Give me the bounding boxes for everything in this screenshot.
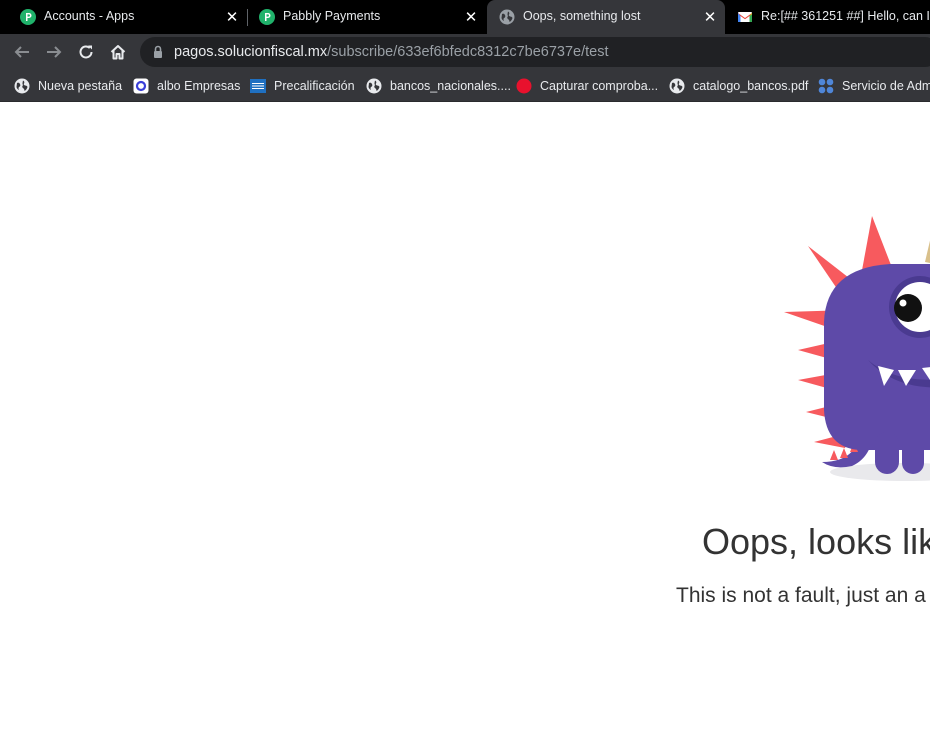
bookmark-label: Precalificación	[274, 79, 355, 93]
globe-icon	[14, 78, 30, 94]
reload-button[interactable]	[72, 38, 100, 66]
albo-icon	[133, 78, 149, 94]
address-bar[interactable]: pagos.solucionfiscal.mx/subscribe/633ef6…	[140, 37, 930, 67]
pabbly-icon	[259, 9, 275, 25]
pabbly-icon	[20, 9, 36, 25]
close-icon[interactable]: ✕	[702, 9, 718, 25]
tab-title: Oops, something lost	[523, 9, 641, 23]
globe-icon	[669, 78, 685, 94]
bookmark-bancos-nacionales[interactable]: bancos_nacionales....	[366, 76, 511, 96]
bookmarks-bar: Nueva pestaña albo Empresas Precalificac…	[0, 70, 930, 102]
tab-title: Re:[## 361251 ##] Hello, can I pl	[761, 9, 930, 23]
bookmark-label: Nueva pestaña	[38, 79, 123, 93]
bookmark-servicio-de-admin[interactable]: Servicio de Admi	[818, 76, 930, 96]
gmail-icon	[737, 9, 753, 25]
globe-icon	[366, 78, 382, 94]
page-title: Oops, looks lik	[702, 521, 930, 562]
bookmark-label: catalogo_bancos.pdf	[693, 79, 809, 93]
bookmark-label: Capturar comproba...	[540, 79, 659, 93]
browser-toolbar: pagos.solucionfiscal.mx/subscribe/633ef6…	[0, 34, 930, 70]
page-content: Oops, looks lik This is not a fault, jus…	[0, 103, 930, 752]
bookmark-label: Servicio de Admi	[842, 79, 930, 93]
red-dot-icon	[516, 78, 532, 94]
ibm-icon	[250, 78, 266, 94]
bookmark-label: albo Empresas	[157, 79, 241, 93]
tab-oops-something-lost[interactable]: Oops, something lost ✕	[487, 0, 725, 34]
bookmark-precalificacion[interactable]: Precalificación	[250, 76, 355, 96]
tab-accounts-apps[interactable]: Accounts - Apps ✕	[8, 0, 248, 34]
bookmark-catalogo-bancos[interactable]: catalogo_bancos.pdf	[669, 76, 808, 96]
home-button[interactable]	[104, 38, 132, 66]
tab-title: Pabbly Payments	[283, 9, 381, 23]
tab-strip: Accounts - Apps ✕ Pabbly Payments ✕ Oops…	[0, 0, 930, 34]
globe-icon	[499, 9, 515, 25]
url-path: /subscribe/633ef6bfedc8312c7be6737e/test	[327, 44, 609, 60]
tab-title: Accounts - Apps	[44, 9, 135, 23]
close-icon[interactable]: ✕	[224, 9, 240, 25]
forward-arrow-icon	[47, 46, 62, 58]
url-text[interactable]: pagos.solucionfiscal.mx/subscribe/633ef6…	[174, 44, 609, 60]
back-button[interactable]	[8, 38, 36, 66]
reload-icon	[79, 45, 93, 59]
bookmark-nueva-pestana[interactable]: Nueva pestaña	[14, 76, 122, 96]
lock-icon[interactable]	[151, 44, 165, 60]
page-subtitle: This is not a fault, just an a	[676, 584, 926, 607]
tab-gmail[interactable]: Re:[## 361251 ##] Hello, can I pl	[725, 0, 930, 34]
close-icon[interactable]: ✕	[463, 9, 479, 25]
url-host: pagos.solucionfiscal.mx	[174, 44, 328, 60]
back-arrow-icon	[14, 46, 29, 58]
apps-icon	[818, 78, 834, 94]
bookmark-capturar-comprobante[interactable]: Capturar comproba...	[516, 76, 658, 96]
home-icon	[110, 45, 126, 60]
bookmark-label: bancos_nacionales....	[390, 79, 511, 93]
forward-button[interactable]	[40, 38, 68, 66]
bookmark-albo-empresas[interactable]: albo Empresas	[133, 76, 240, 96]
tab-pabbly-payments[interactable]: Pabbly Payments ✕	[247, 0, 487, 34]
monster-illustration	[784, 216, 930, 481]
